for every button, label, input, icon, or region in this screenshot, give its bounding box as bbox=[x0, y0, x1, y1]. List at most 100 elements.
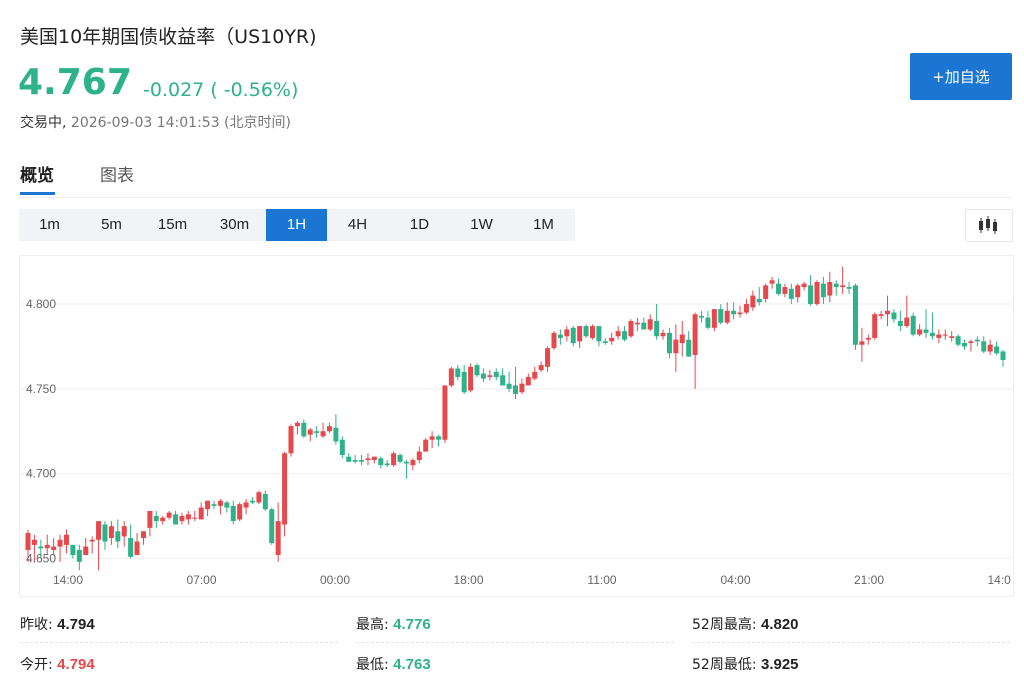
candle-body bbox=[596, 326, 602, 342]
candle-body bbox=[307, 429, 313, 435]
candle-body bbox=[622, 331, 628, 340]
tab-overview[interactable]: 概览 bbox=[20, 161, 54, 186]
candle-body bbox=[89, 539, 95, 542]
y-tick-label: 4.800 bbox=[26, 297, 56, 311]
candle-body bbox=[410, 460, 416, 466]
candle-body bbox=[872, 314, 878, 338]
candle-body bbox=[262, 493, 268, 510]
candle-body bbox=[570, 327, 576, 344]
candle-body bbox=[63, 534, 69, 545]
candle-body bbox=[237, 504, 243, 520]
candle-body bbox=[654, 320, 660, 337]
stat-label: 昨收: bbox=[20, 617, 53, 633]
candle-body bbox=[38, 546, 44, 549]
candle-body bbox=[359, 460, 365, 462]
candle-body bbox=[795, 285, 801, 298]
candle-body bbox=[885, 310, 891, 315]
divider bbox=[356, 642, 674, 643]
interval-5m[interactable]: 5m bbox=[81, 209, 142, 241]
divider bbox=[692, 642, 1010, 643]
candle-body bbox=[461, 371, 467, 393]
candle-body bbox=[801, 283, 807, 288]
candle-body bbox=[269, 509, 275, 544]
candle-body bbox=[525, 376, 531, 386]
divider bbox=[20, 642, 338, 643]
candle-body bbox=[243, 502, 249, 508]
candle-body bbox=[775, 283, 781, 294]
candle-body bbox=[320, 431, 326, 437]
candle-body bbox=[840, 285, 846, 288]
interval-15m[interactable]: 15m bbox=[142, 209, 203, 241]
instrument-title: 美国10年期国债收益率（US10YR) bbox=[20, 26, 317, 48]
candle-body bbox=[564, 329, 570, 337]
candle-body bbox=[974, 339, 980, 342]
candle-body bbox=[519, 383, 525, 393]
interval-4h[interactable]: 4H bbox=[327, 209, 388, 241]
x-tick-label: 00:00 bbox=[320, 573, 350, 587]
candle-body bbox=[205, 500, 211, 510]
candle-body bbox=[506, 383, 512, 389]
candle-body bbox=[256, 492, 262, 503]
candlestick-chart: 4.650 4.700 4.750 4.800 14:00 07:00 00:00 18:00… bbox=[20, 266, 1013, 587]
candle-body bbox=[917, 329, 923, 335]
candle-body bbox=[968, 341, 974, 344]
tab-chart[interactable]: 图表 bbox=[100, 161, 134, 186]
interval-1m[interactable]: 1m bbox=[19, 209, 80, 241]
stat-value: 4.794 bbox=[57, 656, 95, 673]
candle-body bbox=[589, 326, 595, 338]
stat-label: 52周最高: bbox=[692, 617, 757, 633]
stat-value: 4.776 bbox=[393, 616, 431, 633]
candle-body bbox=[513, 385, 518, 394]
active-tab-indicator bbox=[20, 192, 55, 195]
candle-body bbox=[583, 326, 589, 337]
chart-type-button[interactable] bbox=[965, 209, 1013, 242]
x-tick-label: 14:00 bbox=[53, 573, 83, 587]
candle-body bbox=[628, 320, 634, 337]
stat-value: 4.763 bbox=[393, 656, 431, 673]
candle-body bbox=[326, 426, 332, 432]
interval-selector: 1m 5m 15m 30m 1H 4H 1D 1W 1M bbox=[19, 209, 575, 241]
candle-body bbox=[423, 439, 429, 452]
candle-body bbox=[51, 546, 57, 550]
candle-body bbox=[403, 461, 409, 464]
candle-body bbox=[250, 500, 256, 503]
candle-body bbox=[942, 334, 948, 336]
interval-1h[interactable]: 1H bbox=[266, 209, 327, 241]
candle-body bbox=[705, 317, 711, 328]
candle-body bbox=[468, 366, 474, 391]
candle-body bbox=[429, 436, 435, 440]
candle-body bbox=[615, 331, 621, 337]
candle-body bbox=[493, 371, 499, 377]
candle-body bbox=[660, 332, 666, 337]
add-to-watchlist-button[interactable]: +加自选 bbox=[910, 53, 1012, 100]
interval-30m[interactable]: 30m bbox=[204, 209, 265, 241]
candle-body bbox=[384, 463, 390, 466]
status-timestamp: 2026-09-03 14:01:53 (北京时间) bbox=[70, 115, 291, 131]
trading-status: 交易中, 2026-09-03 14:01:53 (北京时间) bbox=[20, 112, 291, 132]
candle-body bbox=[936, 334, 942, 338]
stat-open: 今开: 4.794 bbox=[20, 654, 95, 674]
candle-body bbox=[750, 295, 756, 308]
interval-1d[interactable]: 1D bbox=[389, 209, 450, 241]
candle-body bbox=[352, 460, 358, 462]
interval-1mo[interactable]: 1M bbox=[513, 209, 574, 241]
stat-label: 52周最低: bbox=[692, 657, 757, 673]
price-change: -0.027 ( -0.56%) bbox=[143, 79, 299, 101]
stat-high: 最高: 4.776 bbox=[356, 614, 431, 634]
candlestick-icon bbox=[979, 216, 997, 234]
interval-1w[interactable]: 1W bbox=[451, 209, 512, 241]
candle-body bbox=[301, 422, 307, 437]
candle-body bbox=[173, 514, 179, 525]
stat-prev-close: 昨收: 4.794 bbox=[20, 614, 95, 634]
candle-body bbox=[910, 315, 916, 335]
x-tick-label: 11:00 bbox=[587, 573, 616, 587]
price-chart[interactable]: 4.650 4.700 4.750 4.800 14:00 07:00 00:00 18:00… bbox=[19, 255, 1014, 597]
x-tick-label: 21:00 bbox=[854, 573, 884, 587]
candle-body bbox=[532, 371, 538, 379]
candle-body bbox=[448, 368, 454, 386]
stat-label: 最低: bbox=[356, 657, 389, 673]
candle-body bbox=[365, 458, 371, 461]
status-label: 交易中, bbox=[20, 115, 67, 131]
candle-body bbox=[673, 339, 679, 354]
candle-body bbox=[647, 319, 653, 330]
